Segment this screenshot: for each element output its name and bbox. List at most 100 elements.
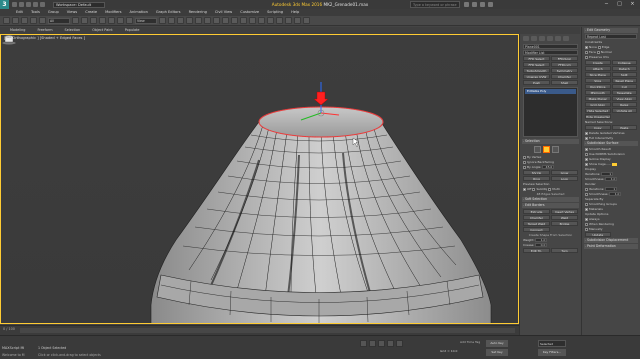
menu-create[interactable]: Create (81, 9, 101, 16)
ignore-backfacing-option[interactable]: Ignore Backfacing (523, 160, 578, 164)
hide-unselected-button[interactable]: Hide Unselected (585, 114, 611, 119)
modifier-button[interactable]: Push (523, 80, 550, 85)
modifier-button[interactable]: FFD Select (523, 56, 550, 61)
render-iterations-checkbox[interactable] (585, 187, 588, 191)
new-file-icon[interactable] (12, 2, 17, 7)
key-selection-dropdown[interactable]: Selected (538, 340, 566, 347)
insert-vertex-button[interactable]: Insert Vertex (551, 209, 578, 214)
mirror-button[interactable] (222, 17, 229, 24)
relax-button[interactable]: Relax (611, 102, 637, 107)
preview-off-radio[interactable] (523, 187, 526, 191)
display-iterations-spinner[interactable]: 1 (601, 172, 614, 176)
ribbon-tab-selection[interactable]: Selection (59, 27, 87, 34)
weld-button[interactable]: Weld (551, 215, 578, 220)
use-nurms-checkbox[interactable] (585, 152, 588, 156)
undo-icon[interactable] (33, 2, 38, 7)
by-angle-option[interactable]: By Angle: 45.0 (523, 165, 578, 169)
go-to-end-icon[interactable] (396, 340, 403, 347)
layer-manager-button[interactable] (240, 17, 247, 24)
minimize-icon[interactable]: − (602, 1, 611, 8)
delete-isolated-option[interactable]: Delete Isolated Vertices (585, 131, 637, 135)
motion-tab-icon[interactable] (547, 36, 553, 41)
maxscript-listener[interactable]: MAXScript Mi (2, 346, 24, 350)
window-crossing-button[interactable] (99, 17, 106, 24)
display-tab-icon[interactable] (555, 36, 561, 41)
reference-coordinate-dropdown[interactable]: View (135, 17, 157, 24)
smooth-result-checkbox[interactable] (585, 147, 588, 151)
unhide-all-button[interactable]: Unhide All (611, 108, 637, 113)
update-when-rendering-option[interactable]: When Rendering (585, 222, 637, 226)
render-iterations-spinner[interactable]: 1 (605, 187, 618, 191)
menu-modifiers[interactable]: Modifiers (101, 9, 125, 16)
undo-button[interactable] (3, 17, 10, 24)
update-manually-radio[interactable] (585, 227, 588, 231)
update-always-option[interactable]: Always (585, 217, 637, 221)
search-icon[interactable] (464, 2, 469, 7)
delete-isolated-checkbox[interactable] (585, 131, 588, 135)
rectangular-selection-button[interactable] (90, 17, 97, 24)
search-input[interactable]: Type a keyword or phrase (410, 1, 460, 8)
menu-edit[interactable]: Edit (12, 9, 27, 16)
selection-filter-dropdown[interactable]: All (48, 17, 70, 24)
subdivision-surface-rollout-header[interactable]: Subdivision Surface (584, 141, 638, 146)
soft-selection-rollout-header[interactable]: Soft Selection (522, 197, 579, 202)
extrude-button[interactable]: Extrude (523, 209, 550, 214)
menu-graph-editors[interactable]: Graph Editors (152, 9, 185, 16)
ribbon-tab-modeling[interactable]: Modeling (4, 27, 31, 34)
align-button[interactable] (231, 17, 238, 24)
by-vertex-option[interactable]: By Vertex (523, 155, 578, 159)
go-to-start-icon[interactable] (360, 340, 367, 347)
ribbon-tab-populate[interactable]: Populate (119, 27, 146, 34)
key-filters-button[interactable]: Key Filters... (538, 349, 566, 356)
menu-group[interactable]: Group (44, 9, 63, 16)
hide-selected-button[interactable]: Hide Selected (585, 108, 611, 113)
copy-button[interactable]: Copy (585, 125, 611, 130)
create-button[interactable]: Create (585, 60, 611, 65)
turn-button[interactable]: Turn (551, 248, 578, 253)
render-smoothness-spinner[interactable]: 1.0 (609, 192, 622, 196)
update-button[interactable]: Update (585, 232, 611, 237)
modifier-button[interactable]: TurboSmooth (523, 68, 550, 73)
hierarchy-tab-icon[interactable] (539, 36, 545, 41)
redo-button[interactable] (12, 17, 19, 24)
constraint-normal-radio[interactable] (596, 50, 600, 54)
detach-button[interactable]: Detach (611, 66, 637, 71)
perspective-viewport[interactable]: [+] [Orthographic ] [Shaded + Edged Face… (0, 34, 519, 324)
auto-key-button[interactable]: Auto Key (486, 340, 508, 347)
attach-button[interactable]: Attach (585, 66, 611, 71)
preserve-uvs-option[interactable]: Preserve UVs (585, 55, 637, 59)
split-button[interactable]: Split (611, 72, 637, 77)
rotate-button[interactable] (117, 17, 124, 24)
constraint-face-radio[interactable] (585, 50, 588, 54)
modify-tab-icon[interactable] (531, 36, 537, 41)
add-time-tag[interactable]: Add Time Tag (460, 340, 480, 344)
repeat-last-button[interactable]: Repeat Last (585, 34, 637, 39)
workspace-dropdown[interactable]: Workspace: Default (53, 1, 105, 8)
subdivision-displacement-rollout-header[interactable]: Subdivision Displacement (584, 238, 638, 243)
cut-button[interactable]: Cut (611, 84, 637, 89)
edit-borders-rollout-header[interactable]: Edit Borders (522, 203, 579, 208)
smoothing-groups-option[interactable]: Smoothing Groups (585, 202, 637, 206)
bind-space-warp-button[interactable] (39, 17, 46, 24)
ring-button[interactable]: Ring (523, 176, 550, 181)
shrink-button[interactable]: Shrink (523, 170, 550, 175)
app-logo[interactable]: 3 (0, 0, 9, 9)
modifier-stack[interactable]: Editable Poly (523, 87, 578, 137)
view-align-button[interactable]: View Align (611, 96, 637, 101)
stack-item-editable-poly[interactable]: Editable Poly (525, 89, 576, 94)
create-tab-icon[interactable] (523, 36, 529, 41)
tessellate-button[interactable]: Tessellate (611, 90, 637, 95)
edit-geometry-rollout-header[interactable]: Edit Geometry (584, 28, 638, 33)
display-smoothness-spinner[interactable]: 1.0 (605, 177, 618, 181)
rendered-frame-window-button[interactable] (294, 17, 301, 24)
modifier-button[interactable]: FFD(cyl) (551, 62, 578, 67)
object-name-field[interactable]: Plane001 (523, 44, 578, 49)
scale-button[interactable] (126, 17, 133, 24)
material-editor-button[interactable] (276, 17, 283, 24)
isoline-display-checkbox[interactable] (585, 157, 588, 161)
open-file-icon[interactable] (19, 2, 24, 7)
unlink-button[interactable] (30, 17, 37, 24)
make-planar-button[interactable]: Make Planar (585, 96, 611, 101)
edge-level-icon[interactable] (543, 146, 550, 153)
weight-spinner[interactable]: 1.0 (535, 238, 548, 242)
